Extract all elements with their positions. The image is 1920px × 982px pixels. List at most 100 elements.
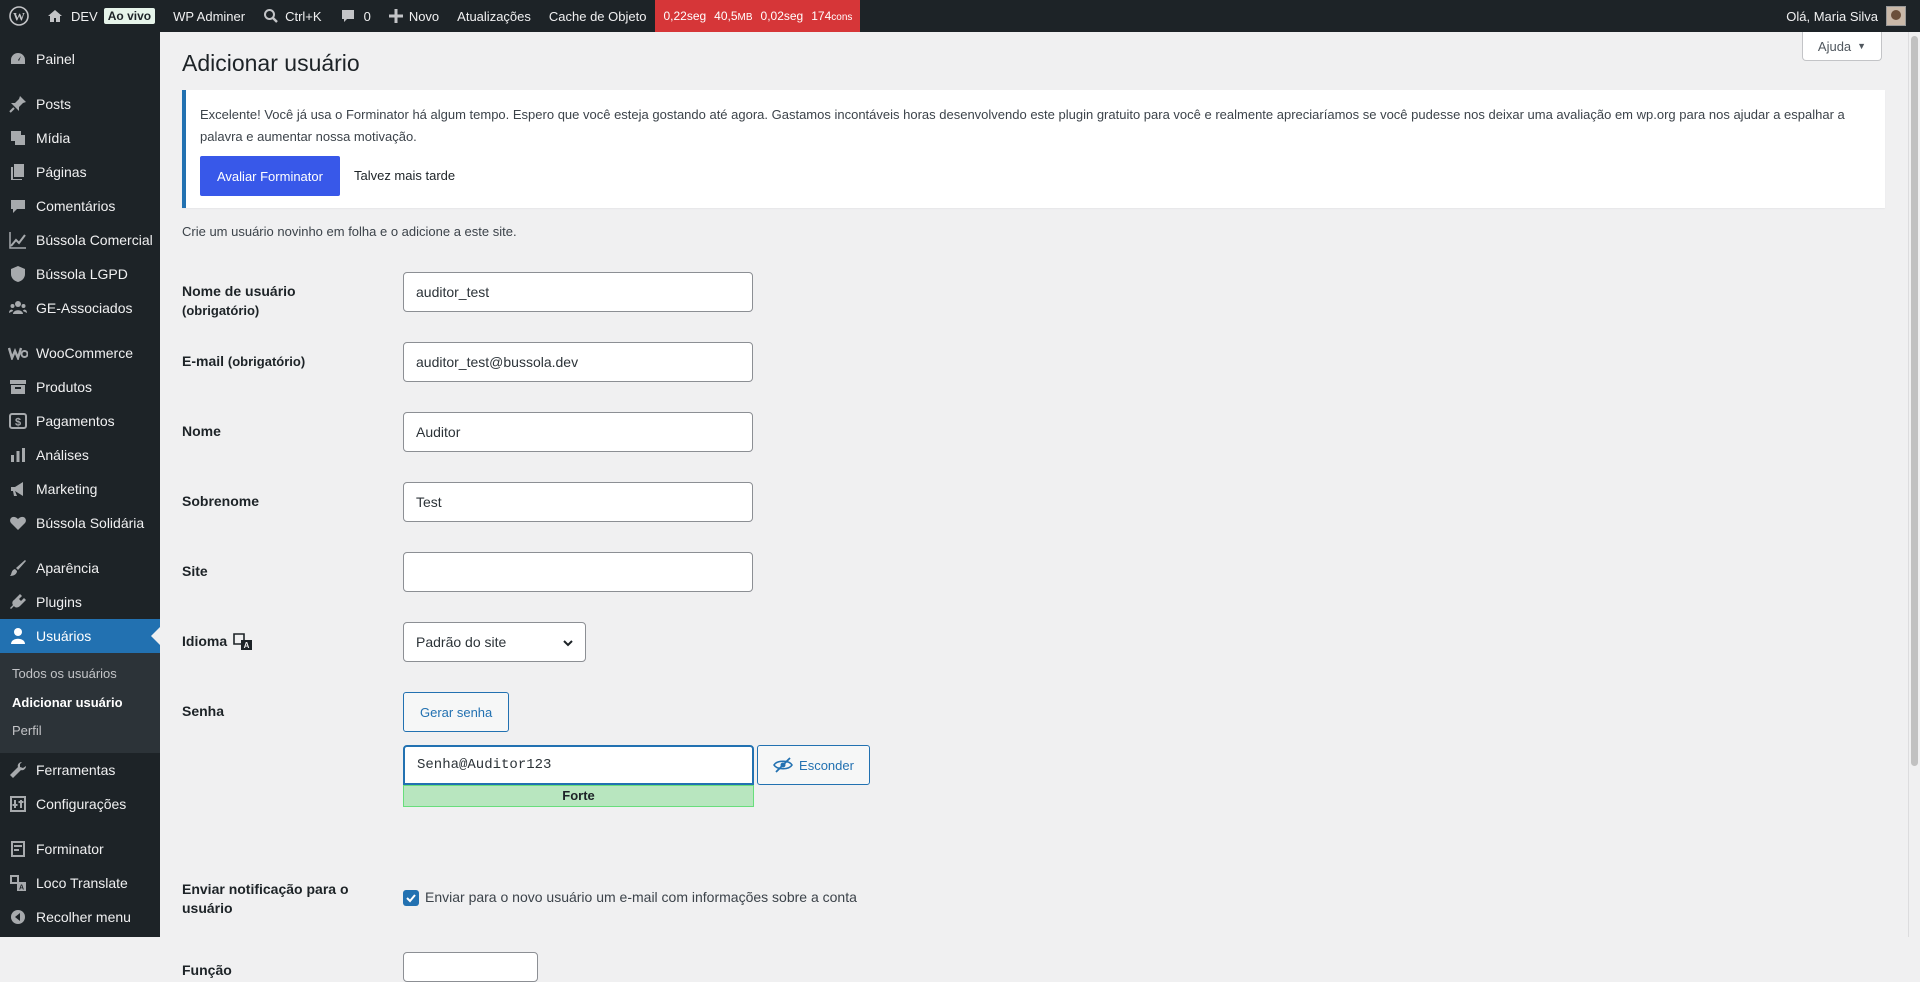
submenu-add-user[interactable]: Adicionar usuário [0, 689, 160, 718]
menu-label: Loco Translate [36, 874, 128, 891]
language-select[interactable]: Padrão do site [403, 622, 586, 662]
menu-loco-translate[interactable]: A Loco Translate [0, 866, 160, 900]
qm-queries-unit: cons [831, 12, 853, 23]
menu-painel[interactable]: Painel [0, 42, 160, 76]
translation-icon: A [233, 632, 253, 650]
menu-pagamentos[interactable]: $ Pagamentos [0, 404, 160, 438]
svg-text:A: A [244, 641, 250, 650]
wp-adminer-link[interactable]: WP Adminer [164, 0, 254, 32]
qm-memory: 40,5MB [714, 9, 752, 23]
menu-paginas[interactable]: Páginas [0, 155, 160, 189]
menu-ferramentas[interactable]: Ferramentas [0, 753, 160, 787]
comment-icon [8, 196, 28, 216]
object-cache-link[interactable]: Cache de Objeto [540, 0, 656, 32]
role-label: Função [182, 962, 232, 978]
email-input[interactable]: auditor_test@bussola.dev [403, 342, 753, 382]
checkmark-icon [406, 894, 416, 903]
search-icon [264, 9, 278, 23]
menu-forminator[interactable]: Forminator [0, 832, 160, 866]
menu-label: Páginas [36, 164, 87, 180]
submenu-profile[interactable]: Perfil [0, 717, 160, 746]
submenu-all-users[interactable]: Todos os usuários [0, 660, 160, 689]
scrollbar-thumb[interactable] [1911, 36, 1918, 766]
role-select[interactable] [403, 952, 538, 982]
menu-marketing[interactable]: Marketing [0, 472, 160, 506]
language-label-text: Idioma [182, 633, 228, 649]
my-account-link[interactable]: Olá, Maria Silva [1786, 6, 1920, 26]
first-name-label: Nome [182, 423, 221, 439]
rate-forminator-button[interactable]: Avaliar Forminator [200, 156, 340, 196]
pages-icon [8, 162, 28, 182]
send-notification-checkbox[interactable] [403, 890, 419, 906]
menu-bussola-lgpd[interactable]: Bússola LGPD [0, 257, 160, 291]
username-label: Nome de usuário (obrigatório) [182, 282, 352, 320]
language-selected-value: Padrão do site [416, 634, 507, 650]
menu-analises[interactable]: Análises [0, 438, 160, 472]
username-label-text: Nome de usuário [182, 283, 296, 299]
menu-label: Plugins [36, 594, 82, 610]
qm-queries-value: 174 [811, 9, 832, 23]
menu-bussola-solidaria[interactable]: Bússola Solidária [0, 506, 160, 540]
user-icon [8, 626, 28, 646]
email-label-text: E-mail [182, 353, 225, 369]
menu-aparencia[interactable]: Aparência [0, 551, 160, 585]
first-name-input[interactable]: Auditor [403, 412, 753, 452]
menu-plugins[interactable]: Plugins [0, 585, 160, 619]
username-input[interactable]: auditor_test [403, 272, 753, 312]
groups-icon [8, 298, 28, 318]
menu-ge-associados[interactable]: GE-Associados [0, 291, 160, 325]
forminator-notice: Excelente! Você já usa o Forminator há a… [182, 90, 1885, 208]
wrench-icon [8, 760, 28, 780]
chart-line-icon [8, 230, 28, 250]
menu-configuracoes[interactable]: Configurações [0, 787, 160, 821]
page-title: Adicionar usuário [182, 50, 360, 76]
password-input[interactable]: Senha@Auditor123 [403, 745, 754, 785]
menu-midia[interactable]: Mídia [0, 121, 160, 155]
greeting: Olá, Maria Silva [1786, 8, 1878, 24]
site-name-link[interactable]: DEV Ao vivo [38, 0, 164, 32]
qm-db-time: 0,02seg [760, 9, 804, 23]
menu-label: Configurações [36, 795, 127, 812]
menu-usuarios[interactable]: Usuários [0, 619, 160, 653]
hide-password-button[interactable]: Esconder [757, 745, 870, 785]
menu-label: Bússola Solidária [36, 515, 145, 531]
page-scrollbar[interactable] [1908, 32, 1920, 937]
menu-label: Pagamentos [36, 413, 115, 429]
site-name: DEV [71, 8, 98, 24]
caret-down-icon: ▼ [1857, 41, 1867, 51]
menu-label: Forminator [36, 840, 104, 857]
query-monitor-stats[interactable]: 0,22seg 40,5MB 0,02seg 174cons [655, 0, 861, 32]
help-label: Ajuda [1817, 38, 1852, 54]
menu-label: WooCommerce [36, 345, 133, 361]
chevron-down-icon [563, 640, 573, 647]
menu-woocommerce[interactable]: WooCommerce [0, 336, 160, 370]
plus-icon [388, 9, 403, 23]
last-name-label: Sobrenome [182, 493, 260, 509]
menu-label: Painel [36, 51, 75, 67]
new-content-link[interactable]: Novo [380, 0, 448, 32]
updates-link[interactable]: Atualizações [448, 0, 540, 32]
menu-label: Marketing [36, 481, 98, 497]
help-tab-button[interactable]: Ajuda ▼ [1802, 32, 1882, 61]
menu-posts[interactable]: Posts [0, 87, 160, 121]
comments-link[interactable]: 0 [331, 0, 380, 32]
menu-produtos[interactable]: Produtos [0, 370, 160, 404]
menu-label: Produtos [36, 379, 93, 395]
menu-bussola-comercial[interactable]: Bússola Comercial [0, 223, 160, 257]
dashboard-icon [8, 49, 28, 69]
last-name-input[interactable]: Test [403, 482, 753, 522]
bar-chart-icon [8, 445, 28, 465]
command-palette-button[interactable]: Ctrl+K [254, 0, 330, 32]
live-badge: Ao vivo [103, 8, 156, 24]
menu-collapse[interactable]: Recolher menu [0, 900, 160, 934]
menu-label: Aparência [36, 560, 100, 576]
admin-bar: W DEV Ao vivo WP Adminer Ctrl+K 0 Novo A… [0, 0, 1920, 32]
website-input[interactable] [403, 552, 753, 592]
generate-password-button[interactable]: Gerar senha [403, 692, 510, 732]
settings-icon [8, 794, 28, 814]
search-shortcut: Ctrl+K [285, 8, 322, 24]
wordpress-logo-icon[interactable]: W [0, 0, 38, 32]
svg-text:A: A [19, 884, 24, 891]
menu-comentarios[interactable]: Comentários [0, 189, 160, 223]
maybe-later-link[interactable]: Talvez mais tarde [354, 165, 455, 187]
